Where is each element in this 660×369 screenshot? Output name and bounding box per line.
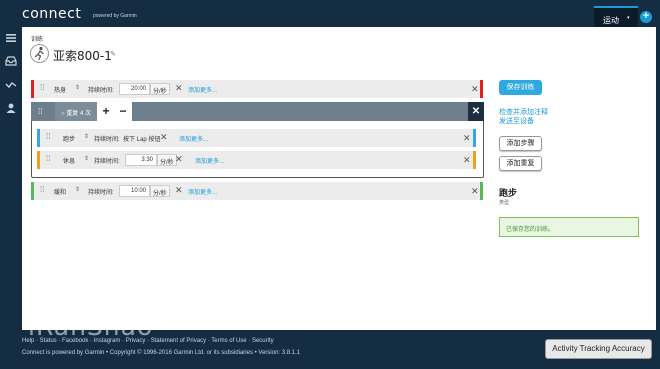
duration-label: 持续时间: xyxy=(88,190,114,196)
step-type-select[interactable]: 跑步 xyxy=(63,134,75,143)
step-type-select[interactable]: 休息 xyxy=(63,156,75,165)
clear-icon[interactable]: ✕ xyxy=(175,83,183,93)
time-input[interactable]: 10:00 xyxy=(119,185,150,197)
time-input[interactable]: 20:00 xyxy=(119,83,150,95)
duration-label: 持续时间: xyxy=(94,159,120,165)
step-row-rest: ⁞⁞ 休息 ⇕ 持续时间: 3:30 分/秒 ✕ 添加更多... ✕ xyxy=(37,151,476,169)
duration-value[interactable]: 按下 Lap 按钮 xyxy=(123,134,160,143)
pencil-icon[interactable]: ✎ xyxy=(110,50,116,58)
delete-step-icon[interactable]: ✕ xyxy=(463,155,471,165)
step-row-run: ⁞⁞ 跑步 ⇕ 持续时间: 按下 Lap 按钮 ✕ 添加更多... ✕ xyxy=(37,129,476,147)
send-to-device-link[interactable]: 发送至设备 xyxy=(499,116,534,126)
step-type-select[interactable]: 缓和 xyxy=(54,187,66,196)
time-input[interactable]: 3:30 xyxy=(125,154,157,166)
saved-notification: 已保存您的训练。 xyxy=(499,217,639,237)
clear-icon[interactable]: ✕ xyxy=(160,132,168,142)
add-more-link[interactable]: 添加更多... xyxy=(179,134,208,143)
sport-type-label: 类型 xyxy=(499,200,510,206)
clear-icon[interactable]: ✕ xyxy=(175,154,183,164)
drag-handle-icon[interactable]: ⁞⁞ xyxy=(40,186,44,194)
inbox-icon[interactable] xyxy=(5,56,17,66)
sport-type-title: 跑步 xyxy=(499,188,518,198)
unit-label: 分/秒 xyxy=(157,154,177,166)
activity-tracking-accuracy-button[interactable]: Activity Tracking Accuracy xyxy=(545,339,652,359)
chart-icon[interactable] xyxy=(5,80,17,90)
person-icon[interactable] xyxy=(5,103,17,113)
drag-handle-icon[interactable]: ⁞⁞ xyxy=(38,108,42,116)
unit-label: 分/秒 xyxy=(150,185,170,197)
left-rail xyxy=(0,27,22,330)
add-more-link[interactable]: 添加更多... xyxy=(188,187,217,196)
repeat-label[interactable]: ○ 重复 4 次 xyxy=(61,108,91,117)
add-repeat-button[interactable]: 添加重复 xyxy=(499,156,542,171)
save-workout-button[interactable]: 保存训练 xyxy=(499,80,542,95)
select-arrows-icon[interactable]: ⇕ xyxy=(84,155,89,162)
workout-title: 亚索800-1 xyxy=(53,49,112,63)
chevron-down-icon[interactable]: ▾ xyxy=(627,15,630,21)
footer-copyright: Connect is powered by Garmin • Copyright… xyxy=(22,350,301,356)
logo-subtitle: powered by Garmin xyxy=(93,13,137,19)
top-bar: connect powered by Garmin 运动 ▾ + xyxy=(0,0,660,27)
select-arrows-icon[interactable]: ⇕ xyxy=(75,84,80,91)
unit-label: 分/秒 xyxy=(150,83,170,95)
sport-tab[interactable]: 运动 xyxy=(594,6,638,27)
breadcrumb[interactable]: 训练 xyxy=(31,34,43,43)
add-icon[interactable]: + xyxy=(640,11,652,23)
add-step-button[interactable]: 添加步骤 xyxy=(499,136,542,151)
color-indicator xyxy=(480,182,483,200)
color-indicator xyxy=(473,129,476,147)
select-arrows-icon[interactable]: ⇕ xyxy=(84,133,89,140)
add-more-link[interactable]: 添加更多... xyxy=(188,85,217,94)
color-indicator xyxy=(473,151,476,169)
increase-repeat-button[interactable]: + xyxy=(97,102,115,121)
connect-logo[interactable]: connect xyxy=(22,6,81,22)
step-row-warmup: ⁞⁞ 热身 ⇕ 持续时间: 20:00 分/秒 ✕ 添加更多... ✕ xyxy=(31,80,483,98)
duration-label: 持续时间: xyxy=(88,88,114,94)
running-figure-icon xyxy=(30,44,49,63)
drag-handle-icon[interactable]: ⁞⁞ xyxy=(46,155,50,163)
decrease-repeat-button[interactable]: − xyxy=(114,102,132,121)
add-more-link[interactable]: 添加更多... xyxy=(195,156,224,165)
drag-handle-icon[interactable]: ⁞⁞ xyxy=(46,133,50,141)
watermark: iRanShao xyxy=(28,312,154,341)
duration-label: 持续时间: xyxy=(94,137,120,143)
color-indicator xyxy=(480,80,483,98)
delete-step-icon[interactable]: ✕ xyxy=(463,133,471,143)
close-repeat-icon[interactable]: ✕ xyxy=(468,102,484,121)
step-type-select[interactable]: 热身 xyxy=(54,85,66,94)
menu-icon[interactable] xyxy=(5,33,17,43)
drag-handle-icon[interactable]: ⁞⁞ xyxy=(40,84,44,92)
delete-step-icon[interactable]: ✕ xyxy=(471,186,479,196)
delete-step-icon[interactable]: ✕ xyxy=(471,84,479,94)
main-panel: 训练 亚索800-1 ✎ ⁞⁞ 热身 ⇕ 持续时间: 20:00 分/秒 ✕ 添… xyxy=(22,27,656,330)
step-row-cooldown: ⁞⁞ 缓和 ⇕ 持续时间: 10:00 分/秒 ✕ 添加更多... ✕ xyxy=(31,182,483,200)
select-arrows-icon[interactable]: ⇕ xyxy=(75,186,80,193)
repeat-count-text: 重复 4 次 xyxy=(66,111,91,117)
clear-icon[interactable]: ✕ xyxy=(175,185,183,195)
